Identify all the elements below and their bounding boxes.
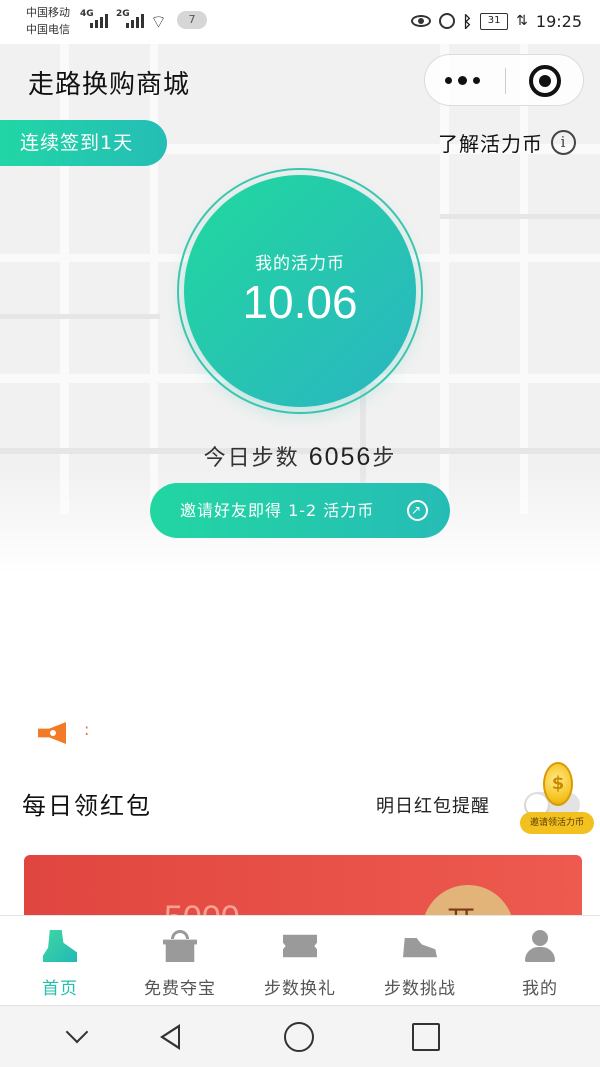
carrier-1: 中国移动 — [26, 6, 70, 19]
tab-home[interactable]: 首页 — [0, 916, 120, 1005]
invite-coin-tag[interactable]: 邀请领活力币 — [520, 812, 594, 834]
tab-label: 我的 — [522, 979, 558, 999]
tab-steps-exchange[interactable]: 步数换礼 — [240, 916, 360, 1005]
status-right: ᛒ 31 ⇅ 19:25 — [410, 9, 582, 33]
coin-label: 我的活力币 — [255, 254, 345, 274]
tab-label: 免费夺宝 — [144, 979, 216, 999]
learn-coin-link[interactable]: 了解活力币 i — [438, 128, 576, 157]
system-nav-bar — [0, 1005, 600, 1067]
carrier-2: 中国电信 — [26, 23, 70, 36]
dollar-coin-icon[interactable]: $ — [543, 762, 573, 806]
charging-icon: ⇅ — [516, 13, 528, 29]
announcement-bar: : — [34, 714, 154, 750]
notification-badge: 7 — [177, 11, 207, 29]
coin-value: 10.06 — [242, 276, 358, 328]
share-icon — [407, 483, 428, 538]
tab-label: 首页 — [42, 979, 78, 999]
tab-label: 步数换礼 — [264, 979, 336, 999]
remind-label: 明日红包提醒 — [376, 796, 490, 817]
daily-redpacket-title: 每日领红包 — [22, 792, 152, 820]
invite-label: 邀请好友即得 1-2 活力币 — [180, 501, 375, 520]
signal-bars-icon — [90, 12, 110, 28]
megaphone-icon — [34, 718, 70, 746]
user-icon — [523, 930, 557, 962]
invite-button[interactable]: 邀请好友即得 1-2 活力币 — [150, 483, 450, 538]
chevron-down-icon[interactable] — [60, 1020, 94, 1054]
today-steps: 今日步数 6056步 — [0, 440, 600, 472]
clock: 19:25 — [535, 11, 582, 31]
target-icon[interactable] — [529, 65, 561, 97]
ticket-icon — [283, 934, 317, 958]
calendar-badge: 31 — [480, 12, 509, 30]
info-icon: i — [551, 130, 576, 155]
more-icon[interactable] — [445, 55, 505, 105]
tab-label: 步数挑战 — [384, 979, 456, 999]
status-bar: 中国移动 中国电信 4G 2G ⌔ 7 ᛒ 31 ⇅ 19:25 — [0, 0, 600, 44]
home-icon[interactable] — [284, 1022, 314, 1052]
announcement-colon: : — [84, 720, 90, 739]
tab-bar: 首页 免费夺宝 步数换礼 步数挑战 我的 — [0, 915, 600, 1005]
mini-program-capsule — [424, 54, 584, 106]
page-title: 走路换购商城 — [28, 70, 191, 100]
wifi-icon: ⌔ — [150, 12, 167, 33]
sneaker-icon — [403, 938, 437, 958]
eye-icon — [410, 15, 431, 27]
learn-coin-label: 了解活力币 — [438, 132, 543, 156]
tab-mine[interactable]: 我的 — [480, 916, 600, 1005]
steps-suffix: 步 — [372, 446, 397, 471]
carrier-names: 中国移动 中国电信 — [26, 4, 70, 38]
steps-value: 6056 — [308, 443, 373, 471]
capsule-divider — [505, 68, 506, 94]
back-icon[interactable] — [154, 1020, 188, 1054]
tab-free-treasure[interactable]: 免费夺宝 — [120, 916, 240, 1005]
coin-circle[interactable]: 我的活力币 10.06 — [184, 175, 416, 407]
signal-bars-icon — [126, 12, 146, 28]
steps-prefix: 今日步数 — [203, 446, 300, 471]
tab-steps-challenge[interactable]: 步数挑战 — [360, 916, 480, 1005]
streak-tag[interactable]: 连续签到1天 — [0, 120, 167, 166]
gift-bow — [171, 930, 189, 939]
shoe-icon — [43, 930, 77, 962]
alarm-icon — [438, 13, 455, 29]
bluetooth-icon: ᛒ — [462, 11, 473, 31]
recent-apps-icon[interactable] — [412, 1023, 440, 1051]
